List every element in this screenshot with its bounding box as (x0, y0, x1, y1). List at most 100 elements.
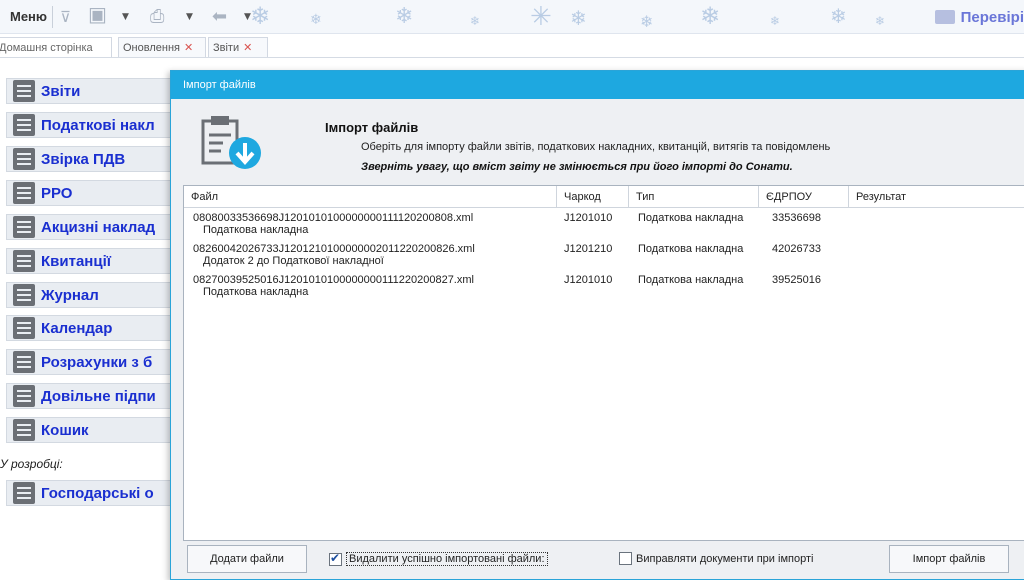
dialog-body: Імпорт файлів Оберіть для імпорту файли … (171, 99, 1024, 579)
top-toolbar: ❄ ❄ ❄ ❄ ✳ ❄ ❄ ❄ ❄ ❄ ❄ Меню ⊽ ▣ ▼ ⎙ ▼ ⬅ ▼… (0, 0, 1024, 34)
file-description: Податкова накладна (203, 224, 309, 236)
chevron-down-icon[interactable]: ▼ (244, 7, 251, 27)
sidebar-item-label: Звірка ПДВ (41, 150, 126, 168)
type-cell: Податкова накладна (638, 274, 744, 286)
lock-icon (13, 385, 35, 407)
header-subtitle: Оберіть для імпорту файли звітів, податк… (361, 141, 831, 153)
excise-invoice-icon (13, 216, 35, 238)
checkbox-unchecked-icon[interactable] (619, 552, 632, 565)
column-header-file[interactable]: Файл (184, 186, 557, 208)
sidebar-item-reports[interactable]: Звіти (6, 78, 181, 104)
vat-reconcile-icon (13, 148, 35, 170)
tab-label: Оновлення (123, 42, 180, 54)
sidebar-item-settlements[interactable]: Розрахунки з б (6, 349, 181, 375)
calendar-icon (13, 317, 35, 339)
table-row[interactable]: 08080033536698J1201010100000000111120200… (184, 210, 1024, 241)
sidebar-item-tax-invoices[interactable]: Податкові накл (6, 112, 181, 138)
envelope-icon (934, 10, 955, 24)
code-cell: J1201010 (564, 212, 613, 224)
sidebar-item-excise-invoices[interactable]: Акцизні наклад (6, 214, 181, 240)
type-cell: Податкова накладна (638, 243, 744, 255)
reports-icon (13, 80, 35, 102)
sidebar-item-business-operations[interactable]: Господарські о (6, 480, 181, 506)
sidebar-item-label: РРО (41, 184, 73, 202)
tab-home[interactable]: Домашня сторінка (0, 37, 112, 57)
sidebar-item-label: Журнал (41, 286, 99, 304)
tax-invoice-icon (13, 114, 35, 136)
tab-bar: Домашня сторінка Оновлення ✕ Звіти ✕ (0, 34, 1024, 58)
check-button-label: Перевірі (960, 8, 1024, 26)
file-description: Податкова накладна (203, 286, 309, 298)
edrpou-cell: 42026733 (772, 243, 821, 255)
sidebar-item-calendar[interactable]: Календар (6, 315, 181, 341)
tab-label: Звіти (213, 42, 240, 54)
tab-updates[interactable]: Оновлення ✕ (118, 37, 206, 57)
file-name: 08080033536698J1201010100000000111120200… (193, 212, 474, 224)
files-table: Файл Чаркод Тип ЄДРПОУ Результат 0808003… (183, 185, 1024, 541)
delete-imported-checkbox[interactable]: Видалити успішно імпортовані файли: (329, 551, 548, 566)
sidebar-item-label: Розрахунки з б (41, 353, 153, 371)
chevron-down-icon[interactable]: ▼ (122, 7, 129, 27)
check-button[interactable]: Перевірі (934, 5, 1024, 29)
file-cell: 08080033536698J1201010100000000111120200… (193, 212, 473, 236)
trash-icon (13, 419, 35, 441)
header-warning: Зверніть увагу, що вміст звіту не змінює… (361, 161, 793, 173)
file-name: 08260042026733J1201210100000002011220200… (193, 243, 475, 255)
sidebar-item-label: Довільне підпи (41, 387, 156, 405)
import-clipboard-icon (201, 116, 261, 169)
sidebar-item-label: Господарські о (41, 484, 154, 502)
table-row[interactable]: 08270039525016J1201010100000000111220200… (184, 272, 1024, 303)
chevron-down-icon[interactable]: ▼ (186, 7, 193, 27)
menu-button[interactable]: Меню (4, 6, 53, 28)
sidebar-item-label: Податкові накл (41, 116, 155, 134)
fix-documents-label: Виправляти документи при імпорті (636, 552, 814, 565)
envelope-icon (13, 250, 35, 272)
code-cell: J1201210 (564, 243, 613, 255)
sidebar-item-label: Кошик (41, 421, 89, 439)
document-icon (13, 482, 35, 504)
dialog-title: Імпорт файлів (171, 71, 1024, 99)
sidebar-item-trash[interactable]: Кошик (6, 417, 181, 443)
column-header-code[interactable]: Чаркод (557, 186, 629, 208)
sidebar-item-vat-reconcile[interactable]: Звірка ПДВ (6, 146, 181, 172)
file-description: Додаток 2 до Податкової накладної (203, 255, 384, 267)
journal-icon (13, 284, 35, 306)
cash-register-icon (13, 182, 35, 204)
close-icon[interactable]: ✕ (243, 41, 252, 54)
sidebar-item-rro[interactable]: РРО (6, 180, 181, 206)
close-icon[interactable]: ✕ (184, 41, 193, 54)
add-files-button[interactable]: Додати файли (187, 545, 307, 573)
column-header-result[interactable]: Результат (849, 186, 1024, 208)
sidebar-item-arbitrary-signing[interactable]: Довільне підпи (6, 383, 181, 409)
tab-label: Домашня сторінка (0, 42, 93, 54)
sidebar-item-receipts[interactable]: Квитанції (6, 248, 181, 274)
back-arrow-icon[interactable]: ⬅ (212, 7, 227, 27)
filter-icon[interactable]: ⊽ (60, 7, 71, 27)
sidebar-item-label: Квитанції (41, 252, 111, 270)
fix-documents-checkbox[interactable]: Виправляти документи при імпорті (619, 552, 813, 565)
header-title: Імпорт файлів (325, 120, 419, 135)
table-row[interactable]: 08260042026733J1201210100000002011220200… (184, 241, 1024, 272)
file-cell: 08260042026733J1201210100000002011220200… (193, 243, 475, 267)
sidebar-item-label: Календар (41, 319, 113, 337)
edrpou-cell: 33536698 (772, 212, 821, 224)
sidebar-item-journal[interactable]: Журнал (6, 282, 181, 308)
sidebar-item-label: Акцизні наклад (41, 218, 156, 236)
column-header-type[interactable]: Тип (629, 186, 759, 208)
checkbox-checked-icon[interactable] (329, 551, 342, 566)
calculator-icon (13, 351, 35, 373)
edrpou-cell: 39525016 (772, 274, 821, 286)
delete-imported-label: Видалити успішно імпортовані файли: (346, 552, 548, 566)
type-cell: Податкова накладна (638, 212, 744, 224)
tab-reports[interactable]: Звіти ✕ (208, 37, 268, 57)
in-development-label: У розробці: (0, 457, 63, 471)
import-files-dialog: Імпорт файлів Імпорт файлів Оберіть для … (170, 70, 1024, 580)
file-cell: 08270039525016J1201010100000000111220200… (193, 274, 474, 298)
column-header-edrpou[interactable]: ЄДРПОУ (759, 186, 849, 208)
print-icon[interactable]: ⎙ (150, 7, 164, 27)
import-files-button[interactable]: Імпорт файлів (889, 545, 1009, 573)
table-header: Файл Чаркод Тип ЄДРПОУ Результат (184, 186, 1024, 208)
save-icon[interactable]: ▣ (88, 4, 107, 24)
toolbar-separator (52, 6, 53, 28)
dialog-button-bar: Додати файли Видалити успішно імпортован… (171, 541, 1024, 579)
